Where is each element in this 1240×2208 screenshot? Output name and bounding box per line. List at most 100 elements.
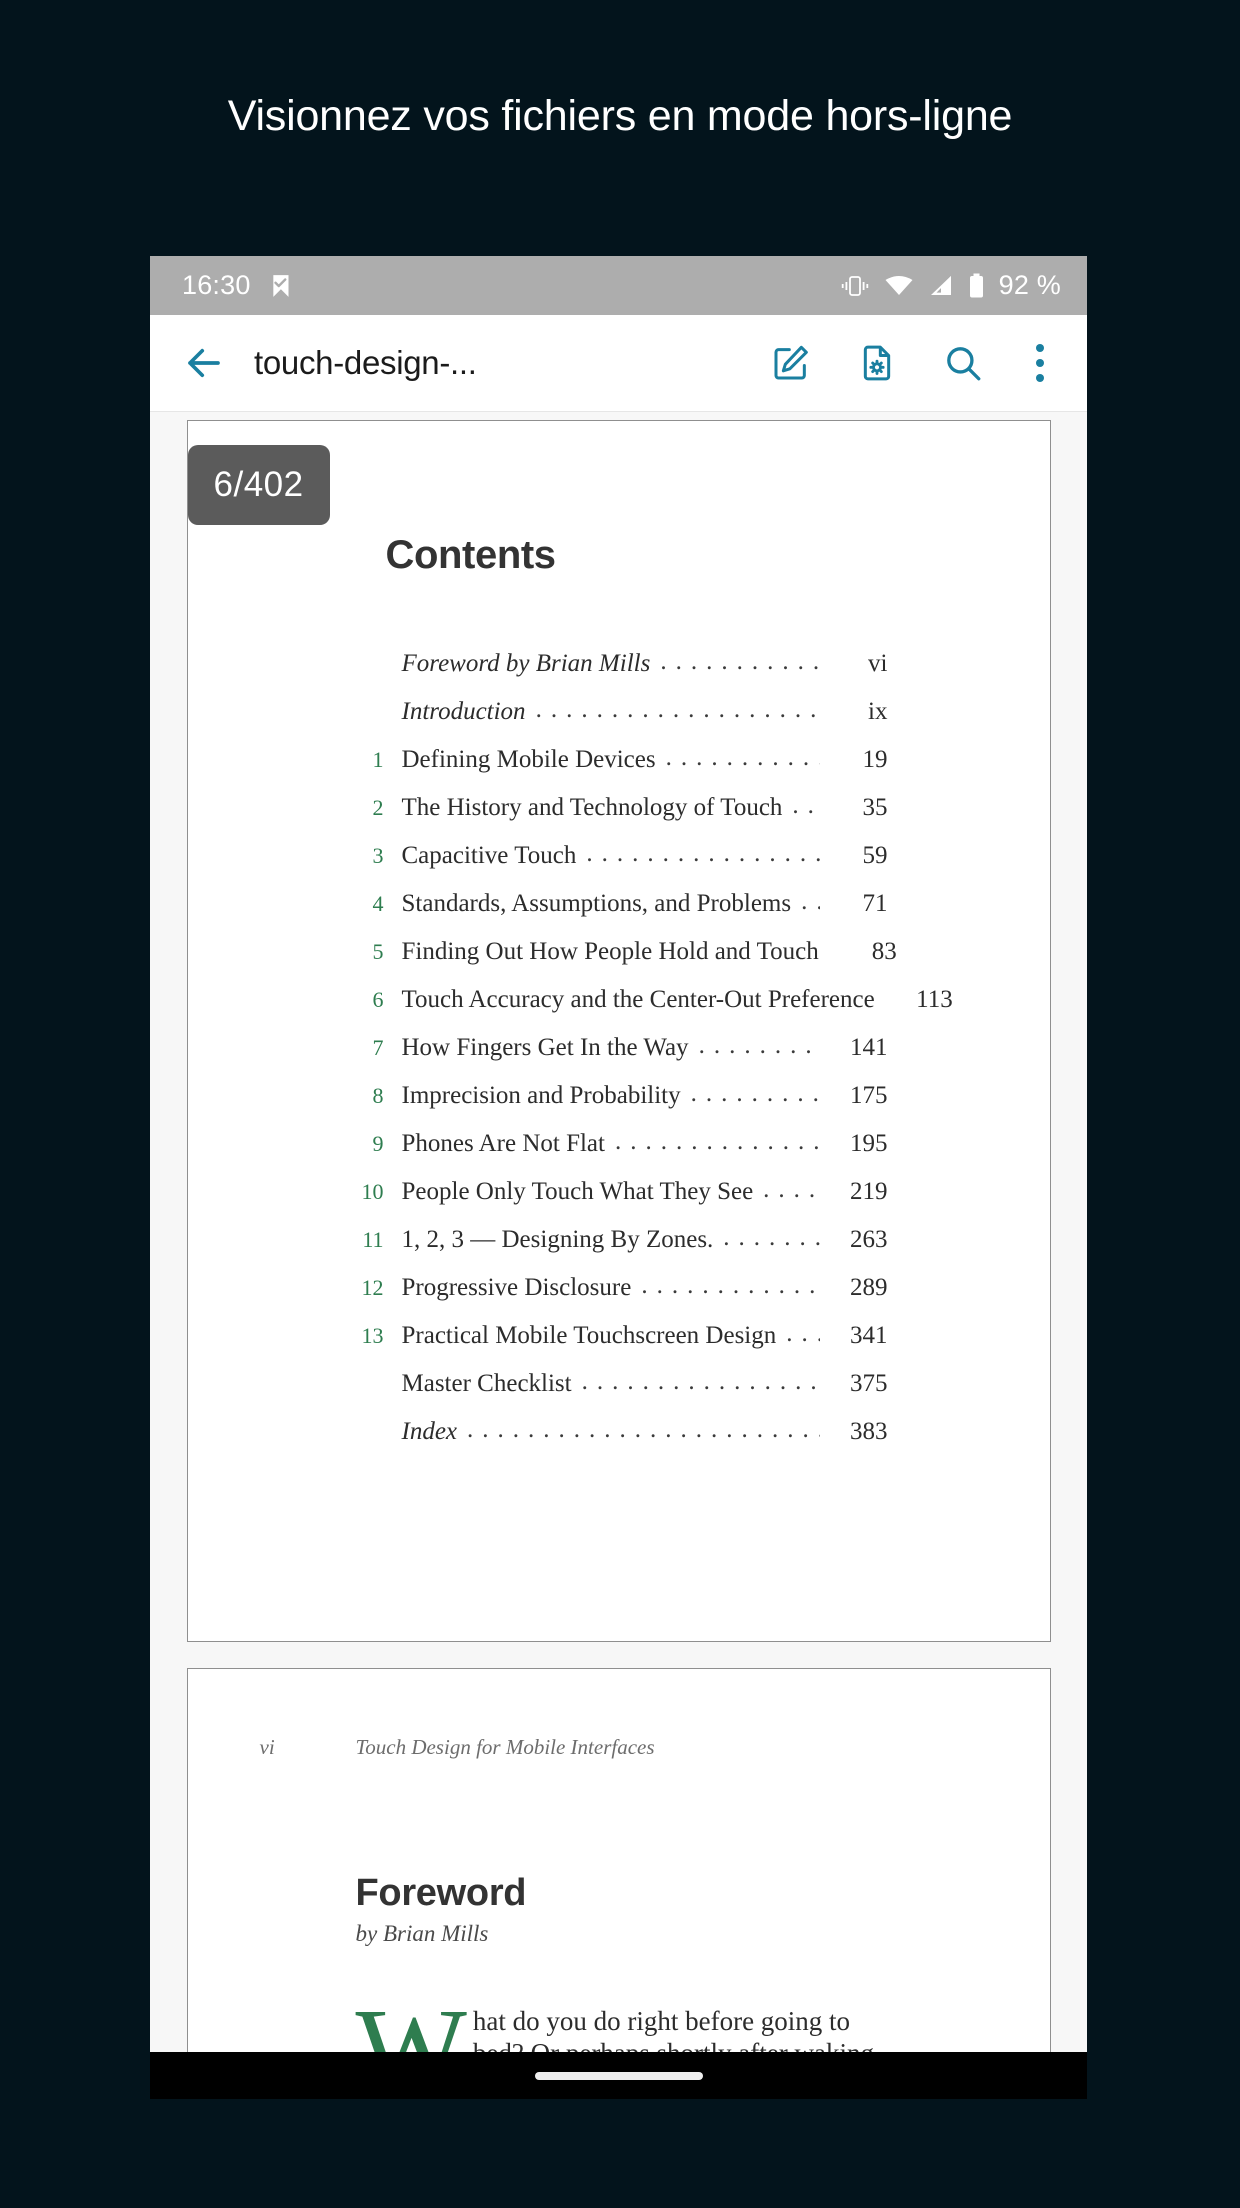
toc-entry-page: 175	[850, 1082, 888, 1109]
toc-entry-page: ix	[868, 698, 888, 725]
toc-leader-dots: ........................................…	[698, 1032, 820, 1059]
battery-icon	[968, 273, 985, 299]
status-bar-right: 92 %	[840, 270, 1061, 301]
toc-entry-number: 13	[361, 1323, 384, 1348]
toc-entry-label: Progressive Disclosure	[401, 1274, 632, 1301]
toc-entry-label: How Fingers Get In the Way	[401, 1034, 689, 1061]
toc-entry-number: 9	[372, 1131, 384, 1156]
toc-entry-page: 83	[871, 938, 897, 965]
toc-entry[interactable]: 6 Touch Accuracy and the Center-Out Prefe…	[188, 986, 1050, 1034]
toc-entry-label: 1, 2, 3 — Designing By Zones.	[401, 1226, 714, 1253]
toc-entry-page: 71	[862, 890, 888, 917]
toc-entry-number: 11	[362, 1227, 384, 1252]
pdf-page-contents[interactable]: 6/402 Contents Foreword by Brian Mills..…	[186, 420, 1051, 1642]
toc-entry-page: 141	[850, 1034, 888, 1061]
toc-entry-label: Touch Accuracy and the Center-Out Prefer…	[401, 986, 875, 1013]
overflow-menu-icon[interactable]	[1023, 337, 1057, 389]
toc-entry[interactable]: 11 1, 2, 3 — Designing By Zones..........…	[188, 1224, 1050, 1274]
foreword-heading: Foreword	[355, 1872, 527, 1914]
toc-entry-page: 341	[850, 1322, 888, 1349]
toc-entry[interactable]: 13 Practical Mobile Touchscreen Design...…	[188, 1320, 1050, 1370]
back-arrow-icon[interactable]	[176, 335, 232, 391]
signal-icon	[928, 274, 954, 298]
toc-leader-dots: ........................................…	[581, 1368, 820, 1395]
overflow-dot	[1036, 374, 1044, 382]
toc-entry[interactable]: Master Checklist........................…	[188, 1368, 1050, 1418]
toc-entry-number: 4	[372, 891, 384, 916]
toc-leader-dots: ........................................…	[467, 1416, 819, 1443]
screenshot-root: Visionnez vos fichiers en mode hors-lign…	[0, 0, 1240, 2208]
toc-entry-page: 219	[850, 1178, 888, 1205]
wifi-icon	[884, 274, 914, 298]
toc-leader-dots: ........................................…	[801, 888, 819, 915]
drop-cap: W	[355, 1984, 467, 2053]
foreword-byline: by Brian Mills	[355, 1921, 489, 1946]
toc-container: Contents Foreword by Brian Mills........…	[188, 421, 1050, 1466]
toc-leader-dots: ........................................…	[792, 792, 819, 819]
toc-entry-page: 383	[850, 1418, 888, 1445]
overflow-dot	[1036, 344, 1044, 352]
toc-entry-page: 289	[850, 1274, 888, 1301]
document-title: touch-design-...	[254, 344, 477, 381]
status-bar-left: 16:30	[182, 270, 295, 301]
toc-entry[interactable]: 9 Phones Are Not Flat....................…	[188, 1128, 1050, 1178]
page-headline: Visionnez vos fichiers en mode hors-lign…	[227, 92, 1013, 140]
toc-entry[interactable]: 1 Defining Mobile Devices................…	[188, 744, 1050, 794]
toc-entry[interactable]: Introduction............................…	[188, 696, 1050, 746]
toc-entry[interactable]: 12 Progressive Disclosure................…	[188, 1272, 1050, 1322]
annotate-icon[interactable]	[765, 337, 817, 389]
toc-entry-number: 6	[372, 987, 384, 1012]
toc-entry-number: 5	[372, 939, 384, 964]
toc-entry-page: vi	[868, 650, 888, 677]
toc-entry-page: 375	[850, 1370, 888, 1397]
toc-leader-dots: ........................................…	[586, 840, 819, 867]
toc-leader-dots: ........................................…	[614, 1128, 820, 1155]
toc-entry[interactable]: Foreword by Brian Mills.................…	[188, 648, 1050, 698]
battery-percent-label: 92 %	[998, 270, 1061, 300]
toc-entry[interactable]: 10 People Only Touch What They See.......…	[188, 1176, 1050, 1226]
toc-entry-number: 10	[361, 1179, 384, 1204]
toc-leader-dots: ........................................…	[786, 1320, 819, 1347]
vibrate-icon	[840, 274, 870, 298]
toc-entry-number: 12	[361, 1275, 384, 1300]
status-bar: 16:30 92 %	[150, 256, 1087, 315]
toc-entry-label: Imprecision and Probability	[401, 1082, 681, 1109]
toc-entry-label: Practical Mobile Touchscreen Design	[401, 1322, 777, 1349]
document-viewport[interactable]: 6/402 Contents Foreword by Brian Mills..…	[150, 412, 1087, 2052]
book-title-running: Touch Design for Mobile Interfaces	[355, 1735, 655, 1759]
page-gap	[150, 1642, 1087, 1668]
toc-entry-page: 19	[862, 746, 888, 773]
toc-entry[interactable]: 3 Capacitive Touch.......................…	[188, 840, 1050, 890]
toc-entry-number: 1	[372, 747, 384, 772]
toc-leader-dots: ........................................…	[665, 744, 820, 771]
toc-entry-label: Capacitive Touch	[401, 842, 577, 869]
toc-entry-label: People Only Touch What They See	[401, 1178, 754, 1205]
toc-entry[interactable]: 5Finding Out How People Hold and Touch..…	[188, 938, 1050, 986]
toc-leader-dots: ........................................…	[535, 696, 820, 723]
document-settings-icon[interactable]	[851, 337, 903, 389]
toc-list: Foreword by Brian Mills.................…	[188, 648, 1050, 1466]
toc-entry-number: 3	[372, 843, 384, 868]
toc-entry[interactable]: 2 The History and Technology of Touch....…	[188, 792, 1050, 842]
toc-entry-label: Standards, Assumptions, and Problems	[401, 890, 792, 917]
folio-number: vi	[259, 1735, 275, 1759]
toc-leader-dots: ........................................…	[763, 1176, 819, 1203]
toc-entry[interactable]: Index...................................…	[188, 1416, 1050, 1466]
toolbar-actions	[765, 337, 1065, 389]
toc-entry[interactable]: 7 How Fingers Get In the Way.............…	[188, 1032, 1050, 1082]
toc-entry-number: 7	[372, 1035, 384, 1060]
toc-entry-label: Defining Mobile Devices	[401, 746, 656, 773]
toc-leader-dots: ........................................…	[723, 1224, 820, 1251]
running-head: vi Touch Design for Mobile Interfaces	[188, 1669, 1050, 1760]
toc-entry[interactable]: 8 Imprecision and Probability............…	[188, 1080, 1050, 1130]
toc-entry-number: 8	[372, 1083, 384, 1108]
page-indicator-badge: 6/402	[187, 445, 330, 525]
search-icon[interactable]	[937, 337, 989, 389]
pdf-page-foreword[interactable]: vi Touch Design for Mobile Interfaces Fo…	[186, 1668, 1051, 2053]
checkmark-flag-icon	[269, 273, 295, 299]
home-gesture-pill[interactable]	[534, 2071, 703, 2080]
toc-entry-label: Master Checklist	[401, 1370, 572, 1397]
toc-entry[interactable]: 4 Standards, Assumptions, and Problems...…	[188, 888, 1050, 938]
toc-entry-label: Introduction	[401, 698, 526, 725]
toc-entry-label: Foreword by Brian Mills	[401, 650, 651, 677]
